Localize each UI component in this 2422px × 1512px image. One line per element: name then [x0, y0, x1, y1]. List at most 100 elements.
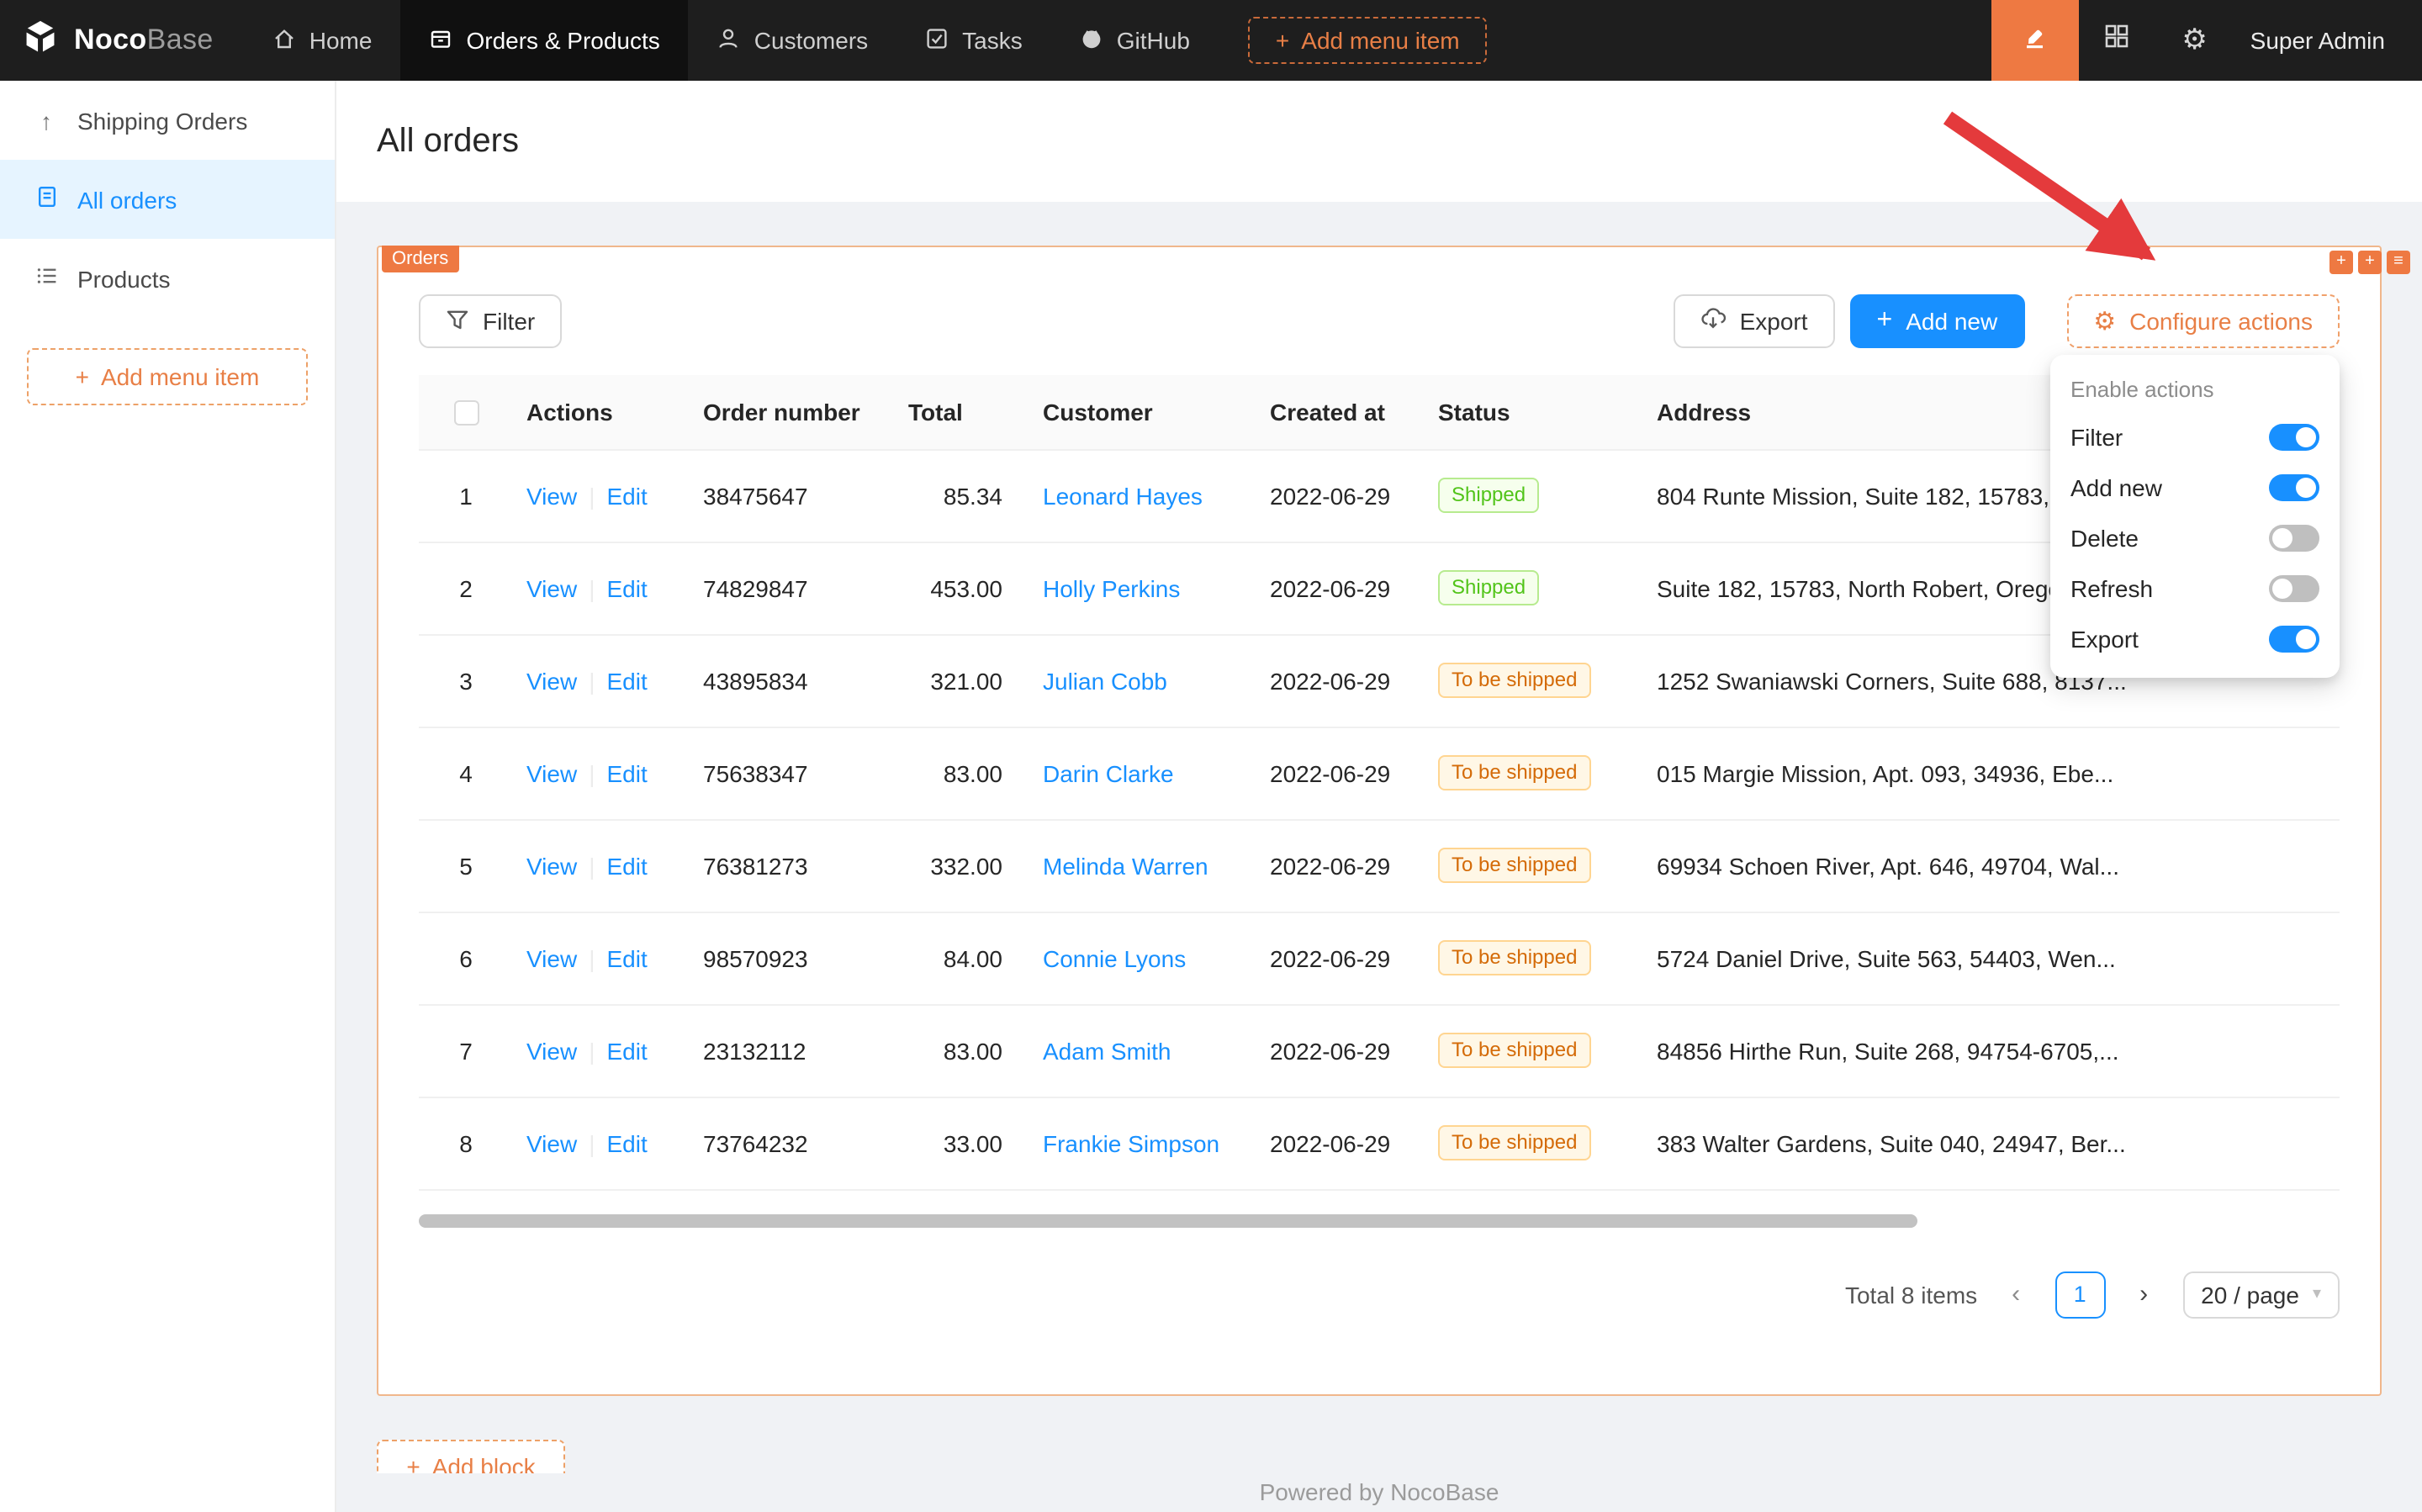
customer-link[interactable]: Frankie Simpson: [1043, 1129, 1219, 1156]
edit-link[interactable]: Edit: [606, 852, 647, 879]
filter-toggle[interactable]: [2269, 424, 2319, 451]
orders-block: Orders + + ≡ Filter Export: [377, 246, 2382, 1396]
customer-link[interactable]: Connie Lyons: [1043, 944, 1186, 971]
arrow-up-icon: ↑: [34, 107, 59, 134]
refresh-toggle[interactable]: [2269, 575, 2319, 602]
popup-item-filter[interactable]: Filter: [2050, 412, 2340, 463]
edit-link[interactable]: Edit: [606, 667, 647, 694]
view-link[interactable]: View: [526, 1037, 577, 1064]
popup-item-add-new[interactable]: Add new: [2050, 463, 2340, 513]
row-index: 7: [419, 1004, 513, 1097]
edit-link[interactable]: Edit: [606, 944, 647, 971]
previous-page-button[interactable]: ‹: [1992, 1271, 2039, 1318]
created-at-cell: 2022-06-29: [1256, 542, 1425, 634]
nav-item-orders-products[interactable]: Orders & Products: [400, 0, 688, 81]
view-link[interactable]: View: [526, 574, 577, 601]
add-new-toggle[interactable]: [2269, 474, 2319, 501]
order-number-cell: 98570923: [690, 912, 895, 1004]
customer-link[interactable]: Darin Clarke: [1043, 759, 1174, 786]
tasks-check-icon: [925, 26, 949, 55]
select-all-checkbox[interactable]: [453, 400, 479, 426]
status-badge: To be shipped: [1438, 1125, 1590, 1160]
view-link[interactable]: View: [526, 1129, 577, 1156]
sidebar-item-shipping-orders[interactable]: ↑ Shipping Orders: [0, 81, 335, 160]
page-title: All orders: [377, 122, 519, 161]
row-index: 8: [419, 1097, 513, 1189]
file-table-icon: [34, 185, 59, 214]
select-all-header: [419, 375, 513, 449]
horizontal-scrollbar-thumb[interactable]: [419, 1213, 1917, 1227]
column-header-order-number: Order number: [690, 375, 895, 449]
filter-button[interactable]: Filter: [419, 294, 562, 348]
created-at-cell: 2022-06-29: [1256, 1097, 1425, 1189]
row-index: 3: [419, 634, 513, 727]
ui-editor-button[interactable]: [1991, 0, 2079, 81]
block-menu-icon[interactable]: ≡: [2387, 251, 2410, 274]
add-new-button[interactable]: + Add new: [1850, 294, 2025, 348]
plus-icon: +: [406, 1453, 420, 1473]
view-link[interactable]: View: [526, 482, 577, 509]
user-menu[interactable]: Super Admin: [2234, 27, 2422, 54]
settings-button[interactable]: ⚙: [2156, 0, 2234, 81]
row-index: 6: [419, 912, 513, 1004]
order-number-cell: 23132112: [690, 1004, 895, 1097]
top-navbar: NocoBase Home Orders & Products Customer…: [0, 0, 2422, 81]
page-size-select[interactable]: 20 / page ▾: [2182, 1271, 2340, 1318]
add-column-icon[interactable]: +: [2358, 251, 2382, 274]
popup-item-label: Delete: [2070, 525, 2139, 552]
edit-link[interactable]: Edit: [606, 482, 647, 509]
next-page-button[interactable]: ›: [2120, 1271, 2167, 1318]
created-at-cell: 2022-06-29: [1256, 912, 1425, 1004]
order-number-cell: 38475647: [690, 449, 895, 542]
delete-toggle[interactable]: [2269, 525, 2319, 552]
view-link[interactable]: View: [526, 852, 577, 879]
status-badge: To be shipped: [1438, 755, 1590, 790]
sidebar-item-products[interactable]: Products: [0, 239, 335, 318]
customer-link[interactable]: Julian Cobb: [1043, 667, 1167, 694]
popup-item-label: Export: [2070, 626, 2139, 653]
sidebar-item-all-orders[interactable]: All orders: [0, 160, 335, 239]
customer-link[interactable]: Melinda Warren: [1043, 852, 1208, 879]
column-header-created-at: Created at: [1256, 375, 1425, 449]
customer-link[interactable]: Leonard Hayes: [1043, 482, 1203, 509]
customer-link[interactable]: Holly Perkins: [1043, 574, 1180, 601]
horizontal-scrollbar: [419, 1213, 2340, 1227]
nav-item-customers[interactable]: Customers: [689, 0, 896, 81]
popup-item-refresh[interactable]: Refresh: [2050, 563, 2340, 614]
nav-item-tasks[interactable]: Tasks: [896, 0, 1051, 81]
configure-actions-button[interactable]: ⚙ Configure actions: [2066, 294, 2340, 348]
navbar-add-menu-item-button[interactable]: + Add menu item: [1249, 17, 1487, 64]
customer-link[interactable]: Adam Smith: [1043, 1037, 1171, 1064]
current-page-button[interactable]: 1: [2054, 1271, 2105, 1318]
add-block-clip: + Add block: [377, 1440, 565, 1473]
view-link[interactable]: View: [526, 944, 577, 971]
popup-title: Enable actions: [2050, 365, 2340, 412]
status-badge: Shipped: [1438, 570, 1539, 605]
edit-link[interactable]: Edit: [606, 759, 647, 786]
plugins-grid-button[interactable]: [2079, 0, 2156, 81]
order-number-cell: 74829847: [690, 542, 895, 634]
brand-logo[interactable]: NocoBase: [0, 16, 244, 65]
address-cell: 69934 Schoen River, Apt. 646, 49704, Wal…: [1643, 819, 2340, 912]
popup-item-label: Filter: [2070, 424, 2123, 451]
nav-item-home[interactable]: Home: [244, 0, 401, 81]
edit-link[interactable]: Edit: [606, 1129, 647, 1156]
export-toggle[interactable]: [2269, 626, 2319, 653]
sidebar-item-label: Products: [77, 265, 171, 292]
order-number-cell: 73764232: [690, 1097, 895, 1189]
edit-link[interactable]: Edit: [606, 1037, 647, 1064]
add-block-above-icon[interactable]: +: [2329, 251, 2353, 274]
popup-item-delete[interactable]: Delete: [2050, 513, 2340, 563]
add-block-button[interactable]: + Add block: [377, 1440, 565, 1473]
view-link[interactable]: View: [526, 667, 577, 694]
export-button[interactable]: Export: [1674, 294, 1835, 348]
view-link[interactable]: View: [526, 759, 577, 786]
nav-item-github[interactable]: GitHub: [1051, 0, 1219, 81]
address-cell: 383 Walter Gardens, Suite 040, 24947, Be…: [1643, 1097, 2340, 1189]
status-badge: To be shipped: [1438, 848, 1590, 883]
edit-link[interactable]: Edit: [606, 574, 647, 601]
sidebar-add-menu-item-button[interactable]: + Add menu item: [27, 348, 308, 405]
popup-item-export[interactable]: Export: [2050, 614, 2340, 664]
status-badge: Shipped: [1438, 478, 1539, 513]
enable-actions-popup: Enable actions Filter Add new Delete: [2050, 355, 2340, 678]
